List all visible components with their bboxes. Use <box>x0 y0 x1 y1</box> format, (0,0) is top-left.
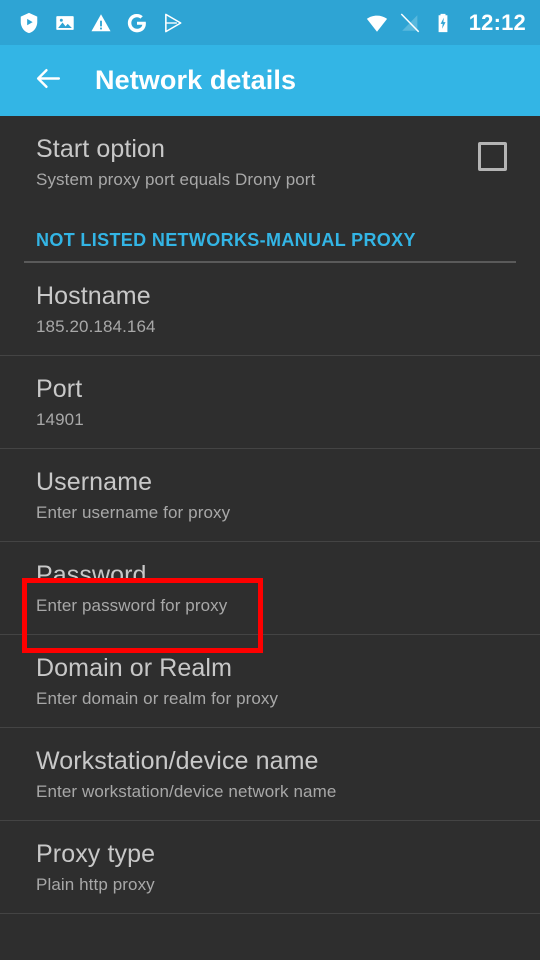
battery-charging-icon <box>432 12 454 34</box>
pref-row-domain-or-realm[interactable]: Domain or Realm Enter domain or realm fo… <box>0 635 540 727</box>
back-button[interactable] <box>24 57 72 105</box>
shield-play-icon <box>18 12 40 34</box>
pref-title-hostname: Hostname <box>36 282 151 310</box>
pref-title-password: Password <box>36 561 147 589</box>
pref-title-workstation-device-name: Workstation/device name <box>36 747 319 775</box>
page-title: Network details <box>95 65 297 95</box>
pref-title-start-option: Start option <box>36 135 166 163</box>
pref-summary-proxy-type: Plain http proxy <box>36 875 155 894</box>
pref-summary-port: 14901 <box>36 410 84 429</box>
pref-row-workstation-device-name[interactable]: Workstation/device name Enter workstatio… <box>0 728 540 820</box>
pref-summary-workstation-device-name: Enter workstation/device network name <box>36 782 337 801</box>
arrow-back-icon <box>33 63 64 99</box>
warning-triangle-icon <box>90 12 112 34</box>
status-bar: 12:12 <box>0 0 540 45</box>
pref-row-hostname[interactable]: Hostname 185.20.184.164 <box>0 263 540 355</box>
status-bar-system-icons: 12:12 <box>366 10 526 36</box>
section-header-not-listed-networks: NOT LISTED NETWORKS-MANUAL PROXY <box>0 208 540 251</box>
pref-title-domain-or-realm: Domain or Realm <box>36 654 233 682</box>
status-bar-notification-icons <box>18 12 366 34</box>
start-option-checkbox[interactable] <box>478 142 507 171</box>
pref-summary-hostname: 185.20.184.164 <box>36 317 156 336</box>
pref-row-password[interactable]: Password Enter password for proxy <box>0 542 540 634</box>
preferences-list: Start option System proxy port equals Dr… <box>0 116 540 960</box>
pref-title-proxy-type: Proxy type <box>36 840 156 868</box>
row-divider <box>0 913 540 914</box>
pref-title-port: Port <box>36 375 83 403</box>
photo-image-icon <box>54 12 76 34</box>
pref-summary-username: Enter username for proxy <box>36 503 231 522</box>
pref-row-port[interactable]: Port 14901 <box>0 356 540 448</box>
pref-summary-password: Enter password for proxy <box>36 596 228 615</box>
pref-summary-start-option: System proxy port equals Drony port <box>36 170 316 189</box>
section-header-label: NOT LISTED NETWORKS-MANUAL PROXY <box>36 230 416 250</box>
pref-title-username: Username <box>36 468 153 496</box>
pref-row-start-option[interactable]: Start option System proxy port equals Dr… <box>0 116 540 208</box>
pref-row-username[interactable]: Username Enter username for proxy <box>0 449 540 541</box>
status-bar-clock: 12:12 <box>468 9 526 35</box>
pref-summary-domain-or-realm: Enter domain or realm for proxy <box>36 689 279 708</box>
pref-text-start-option: Start option System proxy port equals Dr… <box>36 134 478 191</box>
google-g-icon <box>126 12 148 34</box>
no-sim-signal-icon <box>399 12 421 34</box>
app-bar: Network details <box>0 45 540 116</box>
wifi-icon <box>366 12 388 34</box>
play-store-icon <box>162 12 184 34</box>
pref-row-proxy-type[interactable]: Proxy type Plain http proxy <box>0 821 540 913</box>
